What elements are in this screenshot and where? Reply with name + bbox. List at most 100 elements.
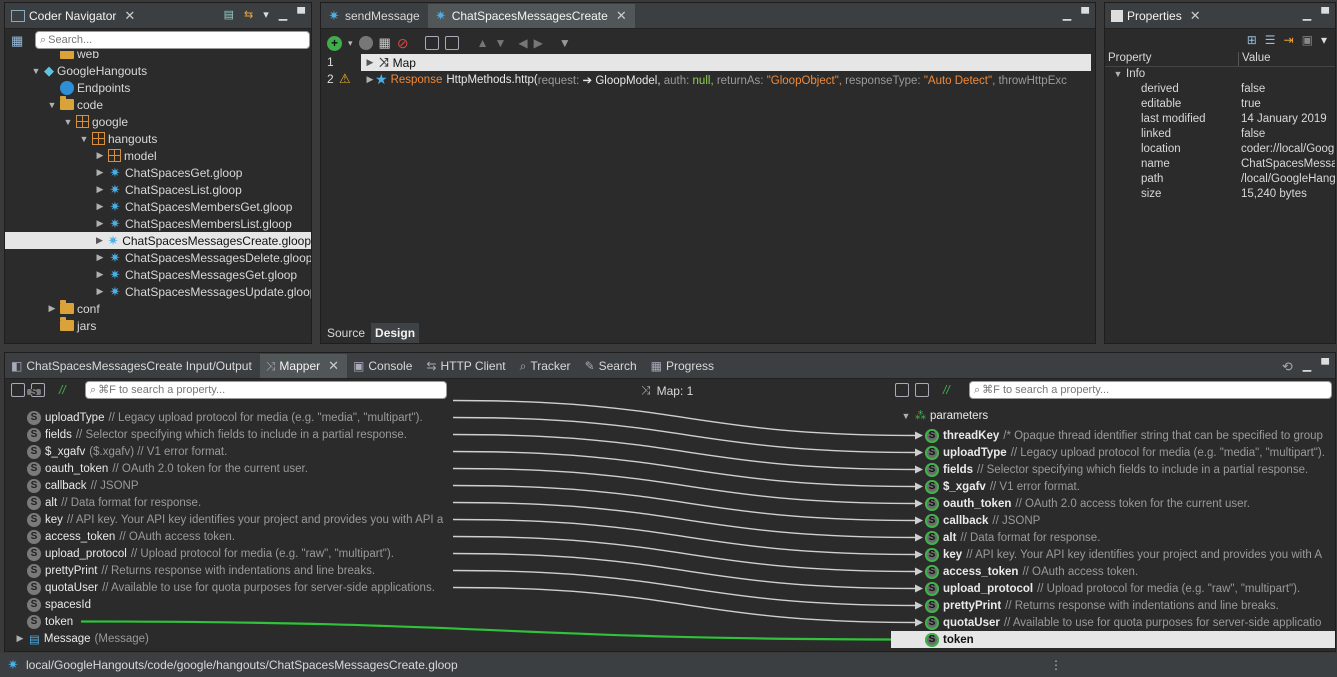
mapper-source-row[interactable]: Stoken xyxy=(27,613,77,630)
mapper-source-row[interactable]: Saccess_token // OAuth access token. xyxy=(27,528,235,545)
mapper-left-search[interactable]: ⌕ xyxy=(85,381,447,399)
tree-item[interactable]: ▶ ✷ ChatSpacesMessagesCreate.gloop xyxy=(5,232,311,249)
mapper-target-row[interactable]: Scallback // JSONP xyxy=(891,512,1040,529)
move-right-icon[interactable]: ▶ xyxy=(534,36,543,50)
tab-console[interactable]: ▣ Console xyxy=(347,354,420,378)
view-menu-icon[interactable]: ▾ xyxy=(1321,33,1327,47)
maximize-icon[interactable]: ▀ xyxy=(1321,8,1329,21)
tree-item[interactable]: ▶ ✷ ChatSpacesMessagesUpdate.gloop xyxy=(95,283,311,300)
tree-item[interactable]: Endpoints xyxy=(47,79,130,96)
move-up-icon[interactable]: ▲ xyxy=(477,36,489,50)
tab-http-client[interactable]: ⇆ HTTP Client xyxy=(420,354,513,378)
mapper-source-row[interactable]: SspacesId xyxy=(27,596,95,613)
property-row[interactable]: linked false xyxy=(1141,128,1265,143)
tab-search[interactable]: ✎ Search xyxy=(579,354,645,378)
dropdown-icon[interactable]: ▾ xyxy=(348,38,353,49)
tab-tracker[interactable]: ⌕ Tracker xyxy=(514,354,579,378)
mapper-source-row[interactable]: SprettyPrint // Returns response with in… xyxy=(27,562,375,579)
mapper-source-row[interactable]: ▶ ▤ Message (Message) xyxy=(15,630,149,647)
expand-arrow-icon[interactable]: ▶ xyxy=(95,201,105,212)
tree-item[interactable]: jars xyxy=(47,317,96,334)
move-left-icon[interactable]: ◀ xyxy=(518,36,527,50)
tab-properties[interactable]: Properties ✕ xyxy=(1105,4,1209,28)
mapper-left-search-input[interactable] xyxy=(98,384,446,396)
tree-item[interactable]: ▼ code xyxy=(47,96,103,113)
property-row[interactable]: size 15,240 bytes xyxy=(1141,188,1307,203)
new-item-icon[interactable]: ▦ xyxy=(11,33,23,49)
properties-group-info[interactable]: ▼ Info xyxy=(1113,68,1146,80)
filter-icon[interactable]: ▼ xyxy=(559,36,571,50)
comment-toggle-icon[interactable]: // xyxy=(59,383,66,397)
tree-item[interactable]: ▼ ◆ GoogleHangouts xyxy=(31,62,148,79)
expand-arrow-icon[interactable]: ▶ xyxy=(95,218,105,229)
tree-item[interactable]: ▶ ✷ ChatSpacesGet.gloop xyxy=(95,164,243,181)
property-row[interactable]: path/local/GoogleHang xyxy=(1141,173,1335,188)
expand-arrow-icon[interactable]: ▼ xyxy=(47,100,57,110)
link-icon[interactable]: ⟲ xyxy=(1282,359,1293,375)
expand-arrow-icon[interactable]: ▶ xyxy=(95,286,105,297)
maximize-icon[interactable]: ▀ xyxy=(1321,359,1329,375)
tab-progress[interactable]: ▦ Progress xyxy=(645,354,722,378)
categories-icon[interactable]: ☰ xyxy=(1265,33,1276,47)
editor-line-1[interactable]: 1 ▶ ⤨ Map xyxy=(321,54,1091,71)
mapper-source-row[interactable]: Scallback // JSONP xyxy=(27,477,139,494)
property-column-header[interactable]: Property xyxy=(1105,52,1239,66)
property-row[interactable]: name ChatSpacesMessa xyxy=(1141,158,1335,173)
mapper-target-row[interactable]: S $_xgafv // V1 error format. xyxy=(891,478,1080,495)
editor-line-2[interactable]: 2 ⚠ ▶ ★ Response HttpMethods.http( reque… xyxy=(321,71,1091,88)
mapper-target-row[interactable]: Soauth_token // OAuth 2.0 access token f… xyxy=(891,495,1250,512)
warning-icon[interactable]: ⚠ xyxy=(339,71,351,87)
maximize-icon[interactable]: ▀ xyxy=(1081,8,1089,21)
tab-sendmessage[interactable]: ✷ sendMessage xyxy=(321,4,428,28)
tab-chatspacesmessagescreate[interactable]: ✷ ChatSpacesMessagesCreate ✕ xyxy=(427,4,635,28)
mapper-source-row[interactable]: S $_xgafv ($.xgafv) // V1 error format. xyxy=(27,443,227,460)
tree-item[interactable]: web xyxy=(47,51,99,62)
tree-item[interactable]: ▶ conf xyxy=(47,300,100,317)
navigator-search[interactable]: ⌕ xyxy=(35,31,310,49)
close-icon[interactable]: ✕ xyxy=(328,358,339,374)
mapper-target-row[interactable]: SthreadKey /* Opaque thread identifier s… xyxy=(891,427,1323,444)
mapper-target-row[interactable]: SprettyPrint // Returns response with in… xyxy=(891,597,1279,614)
mapper-target-row[interactable]: Supload_protocol // Upload protocol for … xyxy=(891,580,1300,597)
mapper-source-row[interactable]: SquotaUser // Available to use for quota… xyxy=(27,579,435,596)
grid-icon[interactable]: ▦ xyxy=(379,35,391,51)
mapper-target-row[interactable]: Sfields // Selector specifying which fie… xyxy=(891,461,1308,478)
close-icon[interactable]: ✕ xyxy=(1190,8,1201,24)
mapper-target-row[interactable]: SuploadType // Legacy upload protocol fo… xyxy=(891,444,1325,461)
advanced-icon[interactable]: ⇥ xyxy=(1284,33,1294,47)
mapper-source-row-partial[interactable]: S xyxy=(27,389,41,395)
comment-toggle-icon[interactable]: // xyxy=(943,383,950,397)
expand-arrow-icon[interactable]: ▶ xyxy=(365,57,375,68)
mapper-source-row[interactable]: Skey // API key. Your API key identifies… xyxy=(27,511,443,528)
tab-source[interactable]: Source xyxy=(321,323,371,343)
minimize-icon[interactable]: ▁ xyxy=(279,8,287,21)
value-column-header[interactable]: Value xyxy=(1239,52,1271,66)
more-icon[interactable]: ⋮ xyxy=(1050,658,1062,672)
expand-arrow-icon[interactable]: ▼ xyxy=(63,117,73,127)
property-row[interactable]: editable true xyxy=(1141,98,1261,113)
view-menu-icon[interactable]: ▾ xyxy=(263,8,269,21)
right-parent-row[interactable]: ▼ ⁂ parameters xyxy=(901,407,989,424)
tree-item[interactable]: ▶ ✷ ChatSpacesMessagesDelete.gloop xyxy=(95,249,311,266)
mapper-target-row[interactable]: Saccess_token // OAuth access token. xyxy=(891,563,1138,580)
expand-arrow-icon[interactable]: ▶ xyxy=(95,184,105,195)
expand-arrow-icon[interactable]: ▼ xyxy=(1113,69,1123,79)
property-row[interactable]: location coder://local/Goog xyxy=(1141,143,1334,158)
minimize-icon[interactable]: ▁ xyxy=(1063,8,1071,21)
minimize-icon[interactable]: ▁ xyxy=(1303,359,1311,375)
tree-item[interactable]: ▶ model xyxy=(95,147,157,164)
navigator-search-input[interactable] xyxy=(48,34,309,46)
tree-item[interactable]: ▶ ✷ ChatSpacesList.gloop xyxy=(95,181,242,198)
mapper-source-row[interactable]: Salt // Data format for response. xyxy=(27,494,201,511)
tab-design[interactable]: Design xyxy=(371,323,420,343)
tab-chatspacesmessagescreate-input-output[interactable]: ◧ ChatSpacesMessagesCreate Input/Output xyxy=(5,354,260,378)
minimize-icon[interactable]: ▁ xyxy=(1303,8,1311,21)
mapper-source-row[interactable]: SuploadType // Legacy upload protocol fo… xyxy=(27,409,423,426)
collapse-all-icon[interactable]: ▤ xyxy=(224,8,234,21)
sync-icon[interactable]: ⇆ xyxy=(244,8,253,21)
expand-arrow-icon[interactable]: ▶ xyxy=(95,167,105,178)
add-step-icon[interactable]: + xyxy=(327,35,342,51)
disable-icon[interactable]: ⊘ xyxy=(397,35,409,52)
tree-item[interactable]: ▶ ✷ ChatSpacesMessagesGet.gloop xyxy=(95,266,298,283)
collapse-icon[interactable] xyxy=(424,36,439,50)
